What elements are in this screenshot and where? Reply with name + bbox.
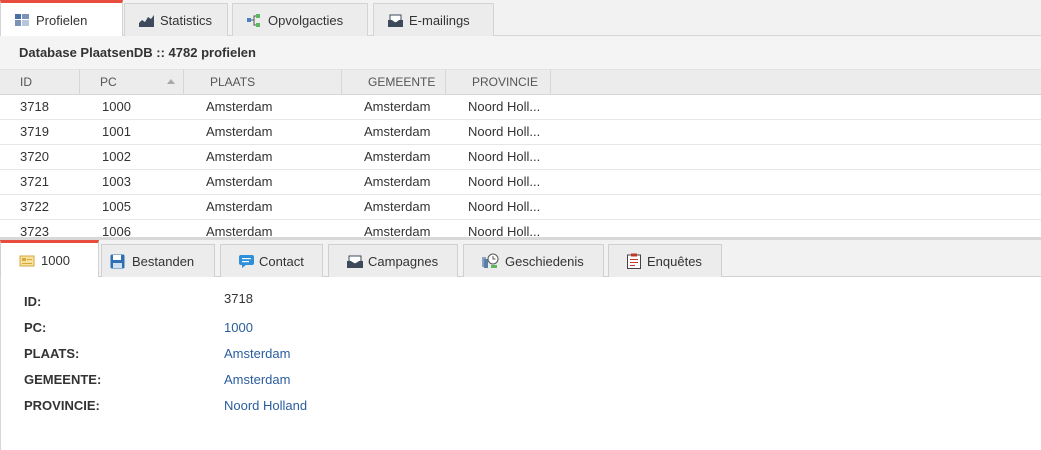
cell-provincie: Noord Holl... [468,174,541,189]
record-detail-panel: ID: 3718 PC: 1000 PLAATS: Amsterdam GEME… [0,277,1041,450]
column-header-label: PROVINCIE [472,75,539,89]
tab-bestanden[interactable]: Bestanden [101,244,215,277]
tab-statistics[interactable]: Statistics [124,3,228,36]
cell-pc: 1002 [102,149,131,164]
tab-campagnes[interactable]: Campagnes [328,244,458,277]
tab-contact[interactable]: Contact [220,244,323,277]
cell-gemeente: Amsterdam [364,149,431,164]
tab-label: Profielen [36,12,88,28]
column-header-id[interactable]: ID [0,70,80,95]
column-header-plaats[interactable]: PLAATS [184,70,342,95]
field-label-provincie: PROVINCIE: [24,398,100,413]
cell-pc: 1000 [102,99,131,114]
tab-label: Campagnes [368,253,439,269]
field-label-plaats: PLAATS: [24,346,80,361]
cell-pc: 1003 [102,174,131,189]
field-value-provincie[interactable]: Noord Holland [224,398,307,413]
mail-tray-icon [388,14,403,27]
cell-id: 3718 [20,99,49,114]
cell-id: 3723 [20,224,49,237]
grid-icon [15,13,30,27]
tab-label: Bestanden [132,253,195,269]
save-icon [110,254,125,269]
card-icon [19,254,35,268]
chat-bubble-icon [239,254,254,269]
column-header-gemeente[interactable]: GEMEENTE [342,70,446,95]
cell-provincie: Noord Holl... [468,199,541,214]
column-header-label: GEMEENTE [368,75,436,89]
field-label-id: ID: [24,294,42,309]
tab-opvolgacties[interactable]: Opvolgacties [232,3,368,36]
column-header-label: ID [20,75,32,89]
tab-profielen[interactable]: Profielen [0,0,123,37]
database-title: Database PlaatsenDB :: 4782 profielen [0,36,1041,70]
table-row[interactable]: 3718 1000 Amsterdam Amsterdam Noord Holl… [0,95,1041,120]
cell-id: 3720 [20,149,49,164]
tab-geschiedenis[interactable]: Geschiedenis [463,244,604,277]
mail-tray-icon [347,255,363,268]
cell-gemeente: Amsterdam [364,124,431,139]
column-header-pc[interactable]: PC [80,70,184,95]
cell-pc: 1005 [102,199,131,214]
cell-plaats: Amsterdam [206,149,273,164]
cell-provincie: Noord Holl... [468,124,541,139]
tab-enquetes[interactable]: Enquêtes [608,244,722,277]
cell-gemeente: Amsterdam [364,174,431,189]
main-tab-bar: Profielen Statistics Opvolgacties E-mail… [0,0,1041,37]
cell-gemeente: Amsterdam [364,224,431,237]
field-value-pc[interactable]: 1000 [224,320,253,335]
detail-tab-bar: 1000 Bestanden Contact Campagnes Geschie… [0,240,1041,278]
grid-header: ID PC PLAATS GEMEENTE PROVINCIE [0,70,1041,95]
cell-gemeente: Amsterdam [364,99,431,114]
history-icon [482,253,499,269]
column-header-provincie[interactable]: PROVINCIE [446,70,551,95]
cell-provincie: Noord Holl... [468,149,541,164]
sort-ascending-icon [167,79,175,84]
cell-plaats: Amsterdam [206,199,273,214]
table-row[interactable]: 3719 1001 Amsterdam Amsterdam Noord Holl… [0,120,1041,145]
area-chart-icon [139,14,154,27]
cell-pc: 1001 [102,124,131,139]
cell-plaats: Amsterdam [206,174,273,189]
clipboard-icon [627,253,641,269]
column-header-label: PLAATS [210,75,256,89]
tab-label: E-mailings [409,12,470,28]
tab-label: Statistics [160,12,213,28]
cell-pc: 1006 [102,224,131,237]
table-row[interactable]: 3722 1005 Amsterdam Amsterdam Noord Holl… [0,195,1041,220]
field-value-gemeente[interactable]: Amsterdam [224,372,290,387]
table-row[interactable]: 3723 1006 Amsterdam Amsterdam Noord Holl… [0,220,1041,237]
tab-record-1000[interactable]: 1000 [0,240,99,278]
field-label-gemeente: GEMEENTE: [24,372,102,387]
tab-label: 1000 [41,253,70,268]
cell-provincie: Noord Holl... [468,224,541,237]
cell-plaats: Amsterdam [206,124,273,139]
tab-label: Geschiedenis [505,253,584,269]
cell-plaats: Amsterdam [206,224,273,237]
tab-e-mailings[interactable]: E-mailings [373,3,494,36]
field-value-id: 3718 [224,291,253,306]
cell-gemeente: Amsterdam [364,199,431,214]
field-label-pc: PC: [24,320,47,335]
table-row[interactable]: 3720 1002 Amsterdam Amsterdam Noord Holl… [0,145,1041,170]
field-value-plaats[interactable]: Amsterdam [224,346,290,361]
cell-plaats: Amsterdam [206,99,273,114]
flow-icon [247,13,262,27]
cell-id: 3721 [20,174,49,189]
grid-body: 3718 1000 Amsterdam Amsterdam Noord Holl… [0,95,1041,237]
cell-id: 3722 [20,199,49,214]
column-header-label: PC [100,75,117,89]
tab-label: Opvolgacties [268,12,344,28]
cell-id: 3719 [20,124,49,139]
tab-label: Contact [259,253,304,269]
table-row[interactable]: 3721 1003 Amsterdam Amsterdam Noord Holl… [0,170,1041,195]
cell-provincie: Noord Holl... [468,99,541,114]
tab-label: Enquêtes [647,253,702,269]
